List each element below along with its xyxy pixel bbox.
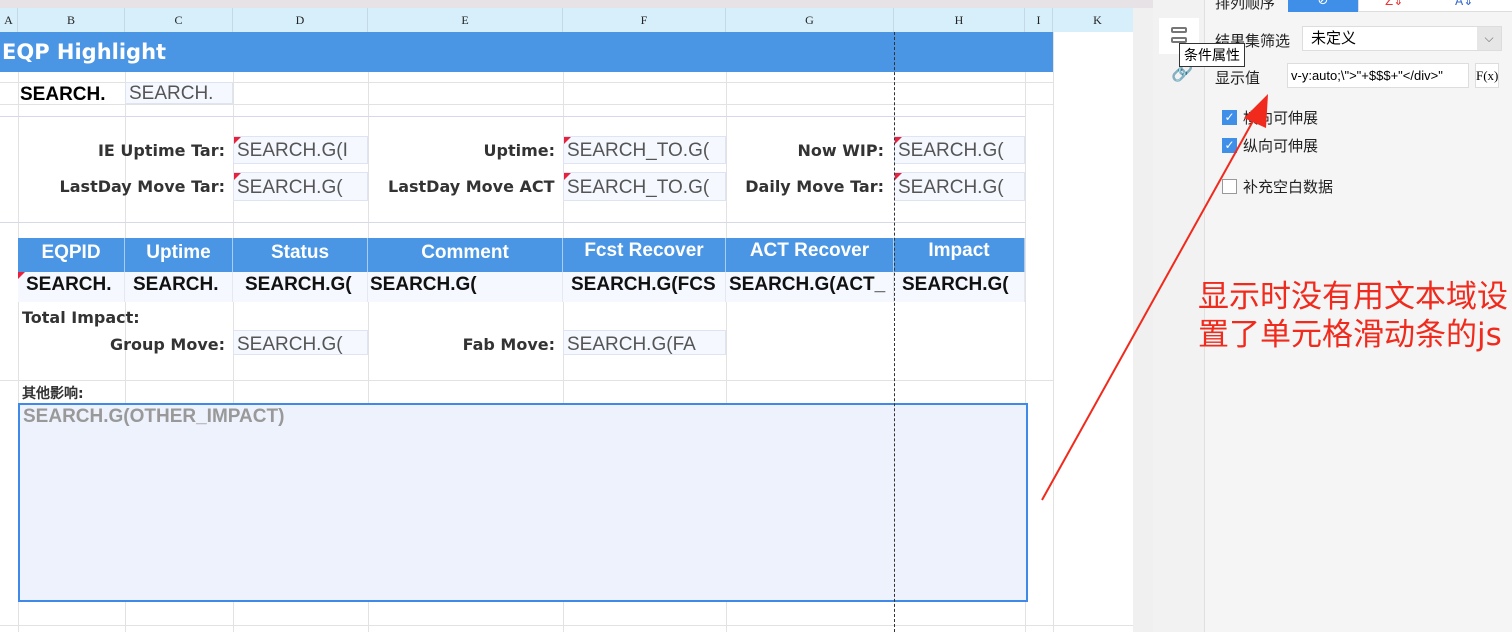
header-fcst-recover[interactable]: Fcst Recover	[563, 238, 726, 272]
filter-value: 未定义	[1311, 29, 1357, 47]
header-eqpid[interactable]: EQPID	[18, 238, 125, 272]
column-header-e[interactable]: E	[368, 8, 563, 32]
cell-text: SEARCH.	[26, 274, 112, 295]
cell-text: SEARCH_TO.G(	[567, 140, 710, 161]
total-impact-label: Total Impact:	[22, 308, 140, 327]
filter-select[interactable]: 未定义 ⌵	[1302, 26, 1502, 51]
condition-icon	[1171, 27, 1187, 33]
checkbox-horizontal[interactable]: ✓ 横向可伸展	[1222, 107, 1318, 128]
other-impact-label: 其他影响:	[22, 386, 84, 402]
cell-text: SEARCH.G(	[898, 140, 1004, 161]
table-cell[interactable]: SEARCH.G(	[368, 272, 563, 302]
ie-uptime-value[interactable]: SEARCH.G(I	[233, 136, 368, 164]
search-cell[interactable]: SEARCH.	[125, 82, 233, 104]
page-break-line	[894, 32, 895, 632]
column-header-f[interactable]: F	[563, 8, 726, 32]
sort-desc-icon[interactable]: A⇓	[1455, 0, 1473, 8]
gridline	[0, 625, 1140, 626]
lastday-move-tar-value[interactable]: SEARCH.G(	[233, 172, 368, 201]
gridline	[0, 380, 1053, 381]
daily-move-tar-value[interactable]: SEARCH.G(	[894, 172, 1025, 201]
gridline	[0, 116, 1025, 117]
column-header-c[interactable]: C	[125, 8, 233, 32]
table-cell[interactable]: SEARCH.G(ACT_	[726, 272, 894, 302]
header-act-recover[interactable]: ACT Recover	[726, 238, 894, 272]
gridline	[0, 104, 1053, 105]
cell-text: SEARCH.G(	[898, 177, 1004, 198]
now-wip-value[interactable]: SEARCH.G(	[894, 136, 1025, 164]
header-impact[interactable]: Impact	[894, 238, 1025, 272]
group-move-label: Group Move:	[109, 335, 225, 354]
checkbox-label: 纵向可伸展	[1243, 137, 1319, 155]
gridline	[0, 222, 1025, 223]
sort-order-label: 排列顺序	[1215, 0, 1276, 12]
table-cell[interactable]: SEARCH.G(	[894, 272, 1025, 302]
search-cell[interactable]: SEARCH.	[20, 84, 106, 106]
column-header-g[interactable]: G	[726, 8, 894, 32]
tooltip: 条件属性	[1179, 43, 1245, 67]
column-header-i[interactable]: I	[1025, 8, 1053, 32]
gridline	[1053, 32, 1054, 632]
column-header-h[interactable]: H	[894, 8, 1025, 32]
spreadsheet[interactable]: A B C D E F G H I K EQP Highlight SEARCH…	[0, 0, 1153, 632]
table-cell[interactable]: SEARCH.G(FCS	[563, 272, 726, 302]
now-wip-label: Now WIP:	[797, 141, 884, 160]
table-cell[interactable]: SEARCH.G(	[233, 272, 368, 302]
header-status[interactable]: Status	[233, 238, 368, 272]
table-cell[interactable]: SEARCH.	[18, 272, 125, 302]
uptime-value[interactable]: SEARCH_TO.G(	[563, 136, 726, 164]
sort-none-button[interactable]: ⊘	[1288, 0, 1358, 12]
column-header-k[interactable]: K	[1053, 8, 1143, 32]
checkbox-checked-icon[interactable]: ✓	[1222, 138, 1237, 153]
lastday-move-act-value[interactable]: SEARCH_TO.G(	[563, 172, 726, 201]
checkbox-checked-icon[interactable]: ✓	[1222, 110, 1237, 125]
lastday-move-act-label: LastDay Move ACT	[388, 177, 555, 196]
daily-move-tar-label: Daily Move Tar:	[745, 177, 884, 196]
toolbar-strip	[0, 0, 1153, 8]
vertical-scrollbar[interactable]	[1133, 8, 1153, 632]
sort-asc-icon[interactable]: Z⇓	[1385, 0, 1403, 8]
header-uptime[interactable]: Uptime	[125, 238, 233, 272]
sort-options[interactable]: Z⇓ A⇓	[1358, 0, 1512, 12]
column-header-a[interactable]: A	[0, 8, 18, 32]
checkbox-label: 补充空白数据	[1243, 178, 1334, 196]
report-title[interactable]: EQP Highlight	[0, 32, 1053, 72]
group-move-value[interactable]: SEARCH.G(	[233, 330, 368, 355]
table-cell[interactable]: SEARCH.	[125, 272, 233, 302]
uptime-label: Uptime:	[483, 141, 556, 160]
other-impact-cell[interactable]: SEARCH.G(OTHER_IMPACT)	[18, 403, 1028, 602]
column-header-d[interactable]: D	[233, 8, 368, 32]
checkbox-fill-blank[interactable]: 补充空白数据	[1222, 176, 1333, 197]
fab-move-value[interactable]: SEARCH.G(FA	[563, 330, 726, 355]
formula-button[interactable]: F(x)	[1475, 63, 1499, 88]
chevron-down-icon[interactable]: ⌵	[1477, 27, 1501, 50]
cell-text: SEARCH_TO.G(	[567, 177, 710, 198]
checkbox-vertical[interactable]: ✓ 纵向可伸展	[1222, 135, 1318, 156]
display-value-input[interactable]: v-y:auto;\">"+$$$+"</div>"	[1287, 63, 1469, 88]
column-header-b[interactable]: B	[18, 8, 125, 32]
checkbox-label: 横向可伸展	[1243, 109, 1319, 127]
header-comment[interactable]: Comment	[368, 238, 563, 272]
cell-text: SEARCH.G(I	[237, 140, 348, 161]
ie-uptime-label: IE Uptime Tar:	[97, 141, 225, 160]
display-value-label: 显示值	[1215, 69, 1261, 87]
annotation-note: 显示时没有用文本域设置了单元格滑动条的js	[1198, 279, 1508, 353]
lastday-move-tar-label: LastDay Move Tar:	[59, 177, 225, 196]
fab-move-label: Fab Move:	[462, 335, 555, 354]
checkbox-unchecked-icon[interactable]	[1222, 179, 1237, 194]
cell-text: SEARCH.G(	[237, 177, 343, 198]
